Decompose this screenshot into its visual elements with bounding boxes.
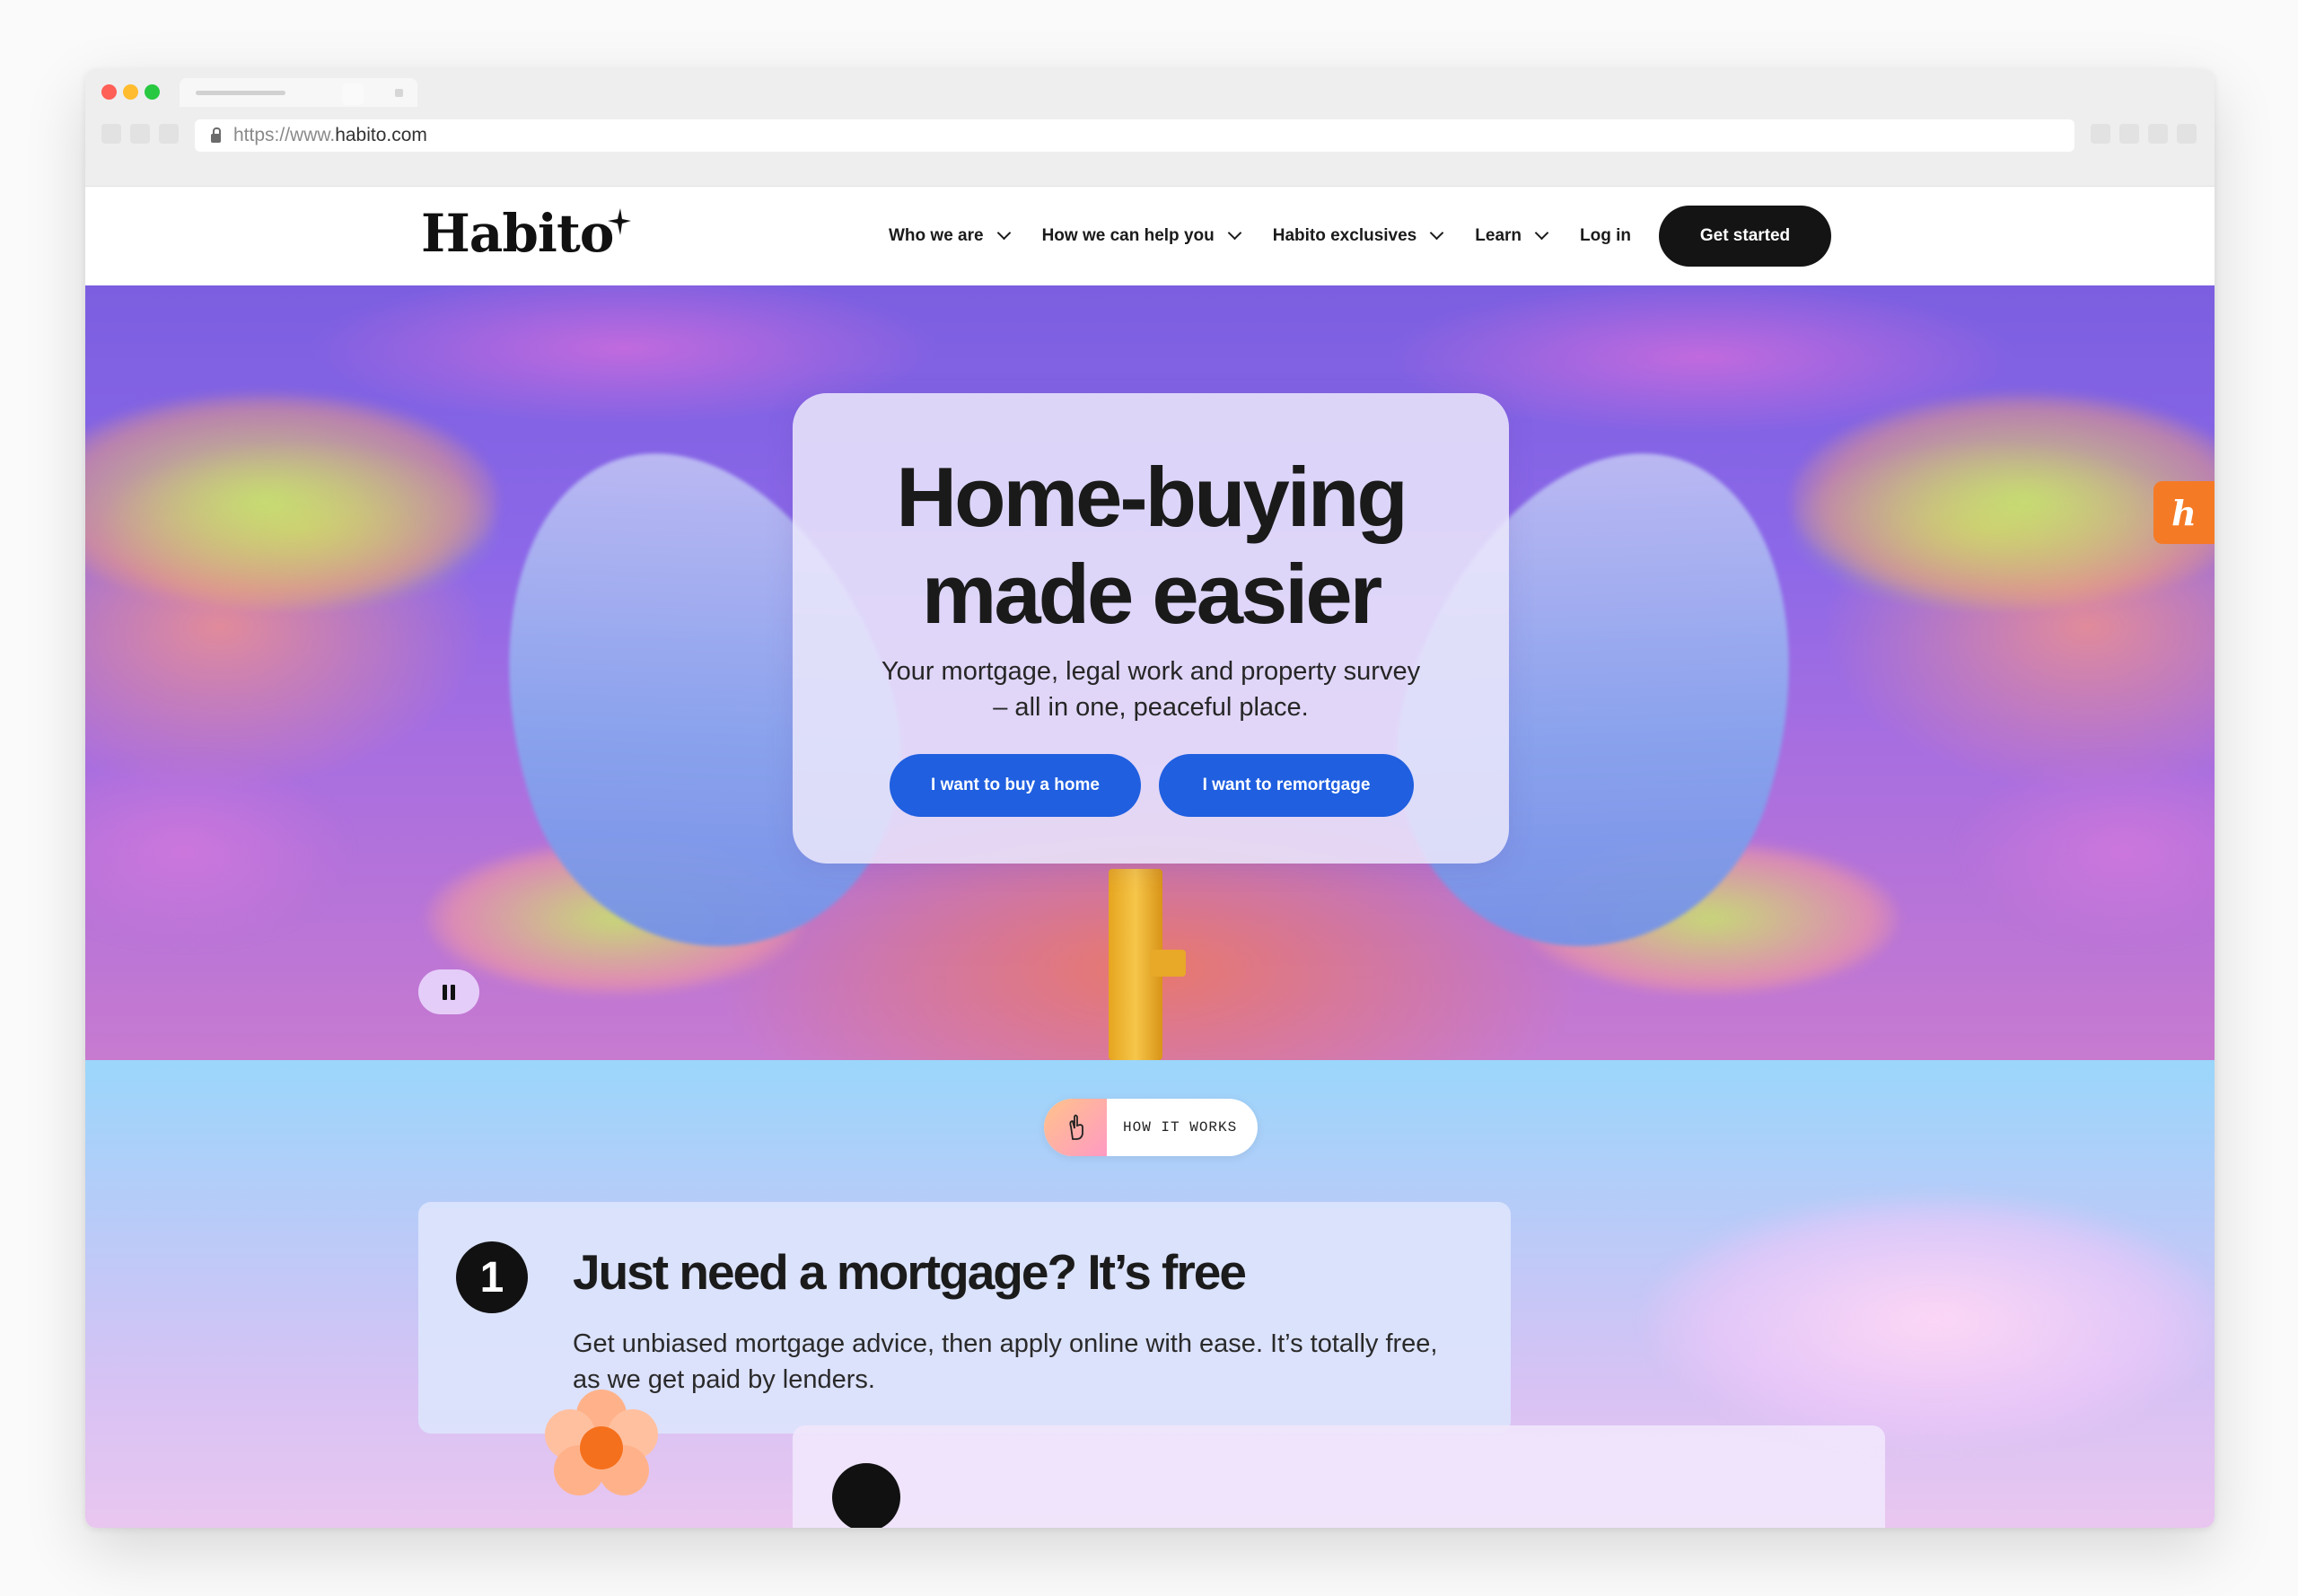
chevron-down-icon (1534, 225, 1549, 240)
remortgage-button[interactable]: I want to remortgage (1159, 754, 1414, 817)
cloud-illustration (1791, 393, 2215, 609)
extension-icon[interactable] (2091, 124, 2110, 144)
url-prefix: https://www. (233, 125, 336, 145)
cloud-illustration (85, 393, 498, 609)
hero-title: Home-buying made easier (793, 449, 1509, 643)
get-started-button[interactable]: Get started (1659, 206, 1831, 267)
lock-icon (211, 127, 221, 143)
how-it-works-pill[interactable]: HOW IT WORKS (1044, 1099, 1258, 1156)
step-card-partial (793, 1425, 1885, 1528)
nav-how-we-can-help[interactable]: How we can help you (1041, 225, 1242, 246)
habito-logo[interactable]: Habito (421, 203, 614, 264)
chevron-down-icon (1227, 225, 1242, 240)
nav-label: Habito exclusives (1272, 226, 1417, 245)
nav-label: How we can help you (1041, 226, 1215, 245)
reload-button[interactable] (159, 124, 179, 144)
address-bar[interactable]: https://www. habito.com (195, 119, 2074, 152)
hero-title-line2: made easier (921, 547, 1382, 641)
hero-title-line1: Home-buying (896, 450, 1408, 544)
back-button[interactable] (101, 124, 121, 144)
nav-habito-exclusives[interactable]: Habito exclusives (1272, 225, 1444, 246)
browser-chrome: https://www. habito.com (85, 69, 2215, 187)
habito-chat-badge[interactable]: h (2153, 481, 2215, 544)
pause-animation-button[interactable] (418, 969, 479, 1014)
hero-card: Home-buying made easier Your mortgage, l… (793, 393, 1509, 864)
new-tab-button[interactable] (342, 83, 364, 105)
nav-learn[interactable]: Learn (1475, 225, 1549, 246)
hero-section: Home-buying made easier Your mortgage, l… (85, 285, 2215, 1060)
extension-icon[interactable] (2177, 124, 2197, 144)
browser-tab[interactable] (180, 78, 417, 107)
forward-button[interactable] (130, 124, 150, 144)
key-tooth-illustration (1150, 950, 1186, 977)
hero-subtitle: Your mortgage, legal work and property s… (881, 657, 1421, 722)
web-page: Habito Who we are How we can help you Ha… (85, 187, 2215, 1528)
site-header: Habito Who we are How we can help you Ha… (85, 187, 2215, 285)
step-number-badge: 1 (456, 1241, 528, 1313)
browser-window: https://www. habito.com Habito Who we are… (85, 69, 2215, 1528)
tab-close-icon[interactable] (395, 89, 403, 97)
minimize-window-button[interactable] (123, 84, 138, 100)
cloud-illustration (85, 752, 355, 950)
tab-title-placeholder (196, 91, 285, 95)
nav-label: Learn (1475, 226, 1522, 245)
pause-icon (451, 984, 455, 1000)
step-title: Just need a mortgage? It’s free (573, 1244, 1247, 1300)
pointing-hand-icon (1044, 1099, 1107, 1156)
login-link[interactable]: Log in (1580, 226, 1631, 246)
step-number-badge (832, 1463, 900, 1528)
maximize-window-button[interactable] (145, 84, 160, 100)
how-it-works-label: HOW IT WORKS (1123, 1119, 1238, 1136)
pause-icon (443, 984, 447, 1000)
main-nav: Who we are How we can help you Habito ex… (889, 187, 1831, 285)
buy-home-button[interactable]: I want to buy a home (890, 754, 1141, 817)
step-body: Get unbiased mortgage advice, then apply… (573, 1329, 1438, 1394)
chevron-down-icon (1429, 225, 1444, 240)
flower-icon (545, 1390, 658, 1495)
extension-icon[interactable] (2119, 124, 2139, 144)
close-window-button[interactable] (101, 84, 117, 100)
cloud-illustration (1952, 752, 2215, 950)
url-host: habito.com (335, 125, 427, 145)
sparkle-icon (608, 208, 631, 235)
nav-label: Who we are (889, 226, 984, 245)
chevron-down-icon (996, 225, 1011, 240)
pink-cloud-illustration (1647, 1195, 2215, 1446)
nav-who-we-are[interactable]: Who we are (889, 225, 1011, 246)
extension-icon[interactable] (2148, 124, 2168, 144)
